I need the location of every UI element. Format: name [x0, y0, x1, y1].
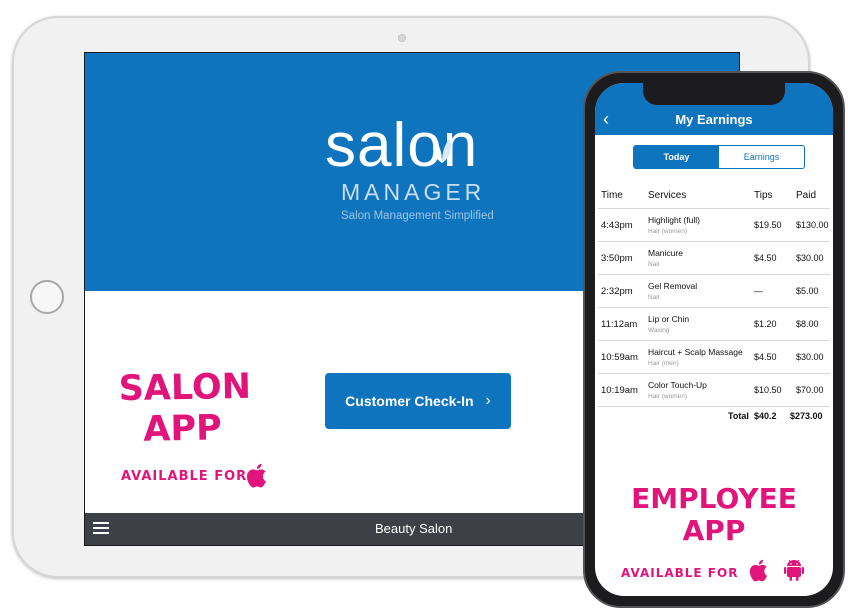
- totals-row: Total $40.2 $273.00: [598, 407, 830, 425]
- row-paid: $70.00: [796, 385, 824, 395]
- column-header-time: Time: [601, 190, 623, 201]
- logo-tagline: Salon Management Simplified: [341, 210, 494, 222]
- logo-subtitle: MANAGER: [341, 179, 486, 205]
- employee-available-for-text: AVAILABLE FOR: [621, 566, 739, 580]
- row-tips: $19.50: [754, 220, 782, 230]
- row-tips: $4.50: [754, 352, 777, 362]
- row-tips: $10.50: [754, 385, 782, 395]
- employee-app-label: EMPLOYEE APP: [595, 482, 833, 548]
- apple-icon: [247, 463, 266, 488]
- row-category: Waxing: [648, 327, 670, 334]
- checkin-label: Customer Check-In: [345, 393, 474, 409]
- row-paid: $5.00: [796, 286, 819, 296]
- table-row[interactable]: 10:59am Haircut + Scalp Massage Hair (men)…: [598, 341, 830, 374]
- table-row[interactable]: 3:50pm Manicure Nail $4.50 $30.00: [598, 242, 830, 275]
- row-category: Nail: [648, 294, 660, 301]
- row-time: 10:59am: [601, 352, 638, 363]
- row-service: Haircut + Scalp Massage: [648, 347, 743, 357]
- row-service: Highlight (full): [648, 215, 700, 225]
- apple-icon: [749, 559, 767, 582]
- tablet-camera: [398, 34, 406, 42]
- phone-notch: [643, 83, 785, 105]
- row-service: Color Touch-Up: [648, 380, 707, 390]
- hamburger-icon[interactable]: [93, 522, 109, 536]
- row-paid: $130.00: [796, 220, 829, 230]
- row-time: 11:12am: [601, 319, 638, 330]
- row-category: Nail: [648, 261, 660, 268]
- employee-app-label-line1: EMPLOYEE: [631, 482, 797, 515]
- table-header: Time Services Tips Paid: [598, 185, 830, 209]
- chevron-right-icon: ›: [485, 392, 491, 409]
- earnings-table: Time Services Tips Paid 4:43pm Highlight …: [598, 185, 830, 425]
- total-paid: $273.00: [790, 411, 823, 421]
- row-category: Hair (women): [648, 228, 688, 235]
- total-tips: $40.2: [754, 411, 777, 421]
- phone-title: My Earnings: [675, 112, 753, 127]
- row-category: Hair (women): [648, 393, 688, 400]
- table-row[interactable]: 11:12am Lip or Chin Waxing $1.20 $8.00: [598, 308, 830, 341]
- row-service: Lip or Chin: [648, 314, 690, 324]
- row-time: 2:32pm: [601, 286, 633, 297]
- row-tips: —: [754, 286, 763, 296]
- row-tips: $4.50: [754, 253, 777, 263]
- column-header-tips: Tips: [754, 190, 773, 201]
- column-header-paid: Paid: [796, 190, 817, 201]
- segmented-control: Today Earnings: [633, 145, 805, 169]
- row-tips: $1.20: [754, 319, 777, 329]
- android-icon: [784, 559, 804, 581]
- table-row[interactable]: 4:43pm Highlight (full) Hair (women) $19.50…: [598, 209, 830, 242]
- row-paid: $8.00: [796, 319, 819, 329]
- salon-app-label: SALON APP: [118, 366, 252, 450]
- row-paid: $30.00: [796, 253, 824, 263]
- salon-app-label-line1: SALON: [118, 366, 252, 410]
- total-label: Total: [728, 411, 749, 421]
- salon-app-label-line2: APP: [143, 408, 223, 450]
- table-row[interactable]: 2:32pm Gel Removal Nail — $5.00: [598, 275, 830, 308]
- table-row[interactable]: 10:19am Color Touch-Up Hair (women) $10.50 $…: [598, 374, 830, 407]
- segment-earnings[interactable]: Earnings: [719, 146, 804, 168]
- employee-app-label-line2: APP: [682, 514, 746, 548]
- toolbar-title: Beauty Salon: [375, 521, 453, 536]
- available-for-text: AVAILABLE FOR: [121, 469, 248, 484]
- row-time: 10:19am: [601, 385, 638, 396]
- segment-today[interactable]: Today: [634, 146, 719, 168]
- row-service: Manicure: [648, 248, 683, 258]
- row-paid: $30.00: [796, 352, 824, 362]
- row-service: Gel Removal: [648, 281, 698, 291]
- row-time: 3:50pm: [601, 253, 633, 264]
- tablet-home-button[interactable]: [30, 280, 64, 314]
- customer-checkin-button[interactable]: Customer Check-In ›: [325, 373, 511, 429]
- leaf-icon: [433, 139, 451, 163]
- column-header-services: Services: [648, 190, 687, 201]
- phone-screen: ‹ My Earnings Today Earnings Time Servic…: [595, 83, 833, 596]
- row-category: Hair (men): [648, 360, 679, 367]
- row-time: 4:43pm: [601, 220, 633, 231]
- phone-device: ‹ My Earnings Today Earnings Time Servic…: [583, 71, 845, 608]
